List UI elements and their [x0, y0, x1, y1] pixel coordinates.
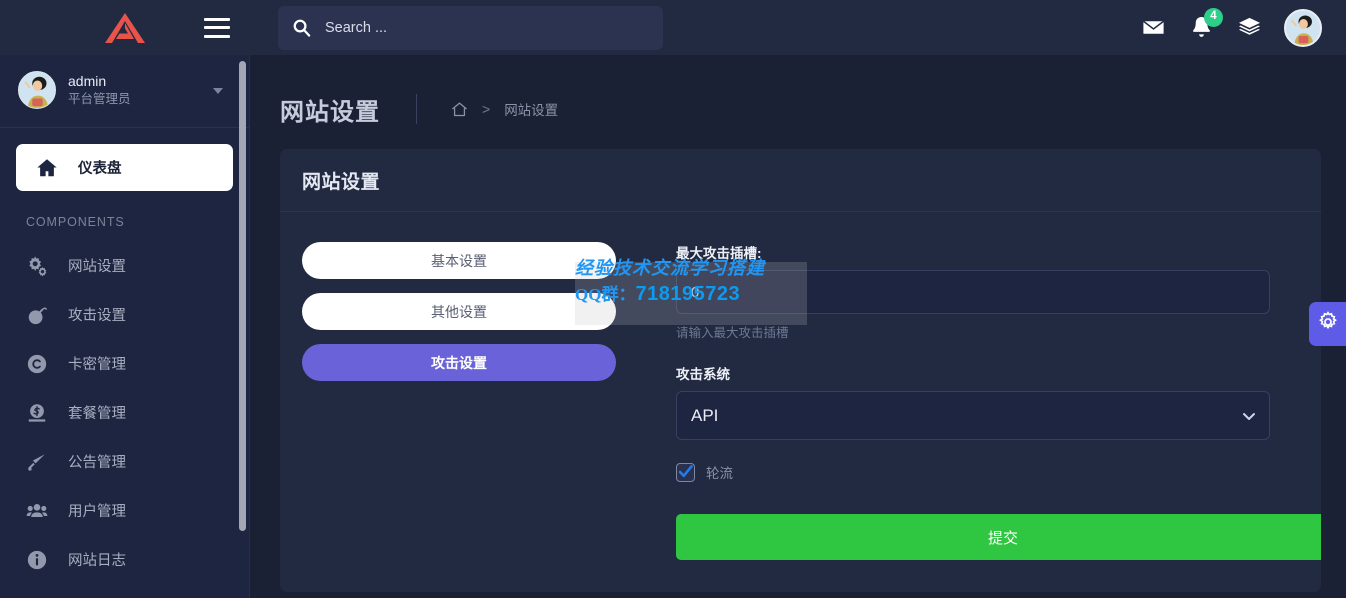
topbar-actions: 4	[1140, 9, 1346, 47]
notification-badge: 4	[1204, 8, 1223, 27]
tab-other-settings[interactable]: 其他设置	[302, 293, 616, 330]
logo-zone	[0, 0, 250, 55]
field-attack-system: 攻击系统 API	[676, 363, 1321, 440]
attack-system-select[interactable]: API	[676, 391, 1270, 440]
sidebar-item-label: 仪表盘	[78, 157, 122, 178]
sidebar-item-label: 攻击设置	[68, 304, 126, 325]
home-outline-icon[interactable]	[451, 101, 468, 118]
users-icon	[26, 500, 48, 522]
card-header: 网站设置	[280, 149, 1321, 212]
attack-system-label: 攻击系统	[676, 363, 1321, 383]
menu-line	[204, 18, 230, 21]
divider	[416, 94, 417, 124]
sidebar: admin 平台管理员 仪表盘 COMPONENTS	[0, 55, 250, 598]
max-slot-label: 最大攻击插槽:	[676, 242, 1321, 262]
sidebar-section-title: COMPONENTS	[0, 197, 249, 241]
rotation-checkbox[interactable]	[676, 463, 695, 482]
field-rotation: 轮流	[676, 462, 1321, 482]
menu-line	[204, 26, 230, 29]
chevron-down-icon[interactable]	[213, 88, 223, 94]
sidebar-scroll-area: admin 平台管理员 仪表盘 COMPONENTS	[0, 55, 249, 598]
avatar[interactable]	[1284, 9, 1322, 47]
bomb-icon	[26, 304, 48, 326]
page-header: 网站设置 > 网站设置	[250, 55, 1346, 133]
sidebar-item-site-settings[interactable]: 网站设置	[0, 241, 249, 290]
gear-icon	[1317, 311, 1339, 338]
rotation-label: 轮流	[706, 462, 733, 482]
bell-icon[interactable]: 4	[1188, 15, 1214, 41]
money-icon	[26, 402, 48, 424]
card-body: 基本设置 其他设置 攻击设置 最大攻击插槽: 请输入最大攻击插槽 攻击系统 AP…	[280, 212, 1321, 560]
sidebar-item-package-management[interactable]: 套餐管理	[0, 388, 249, 437]
sidebar-item-label: 卡密管理	[68, 353, 126, 374]
top-bar: 4	[0, 0, 1346, 55]
megaphone-icon	[26, 451, 48, 473]
gears-icon	[26, 255, 48, 277]
profile-text: admin 平台管理员	[68, 72, 131, 108]
avatar	[18, 71, 56, 109]
submit-button[interactable]: 提交	[676, 514, 1321, 560]
menu-line	[204, 35, 230, 38]
page-title: 网站设置	[280, 92, 380, 127]
check-icon	[677, 463, 694, 481]
sidebar-item-announcement-management[interactable]: 公告管理	[0, 437, 249, 486]
sidebar-item-label: 网站日志	[68, 549, 126, 570]
tab-column: 基本设置 其他设置 攻击设置	[302, 242, 616, 560]
profile-role: 平台管理员	[68, 91, 131, 108]
card-title: 网站设置	[302, 167, 380, 194]
attack-system-select-wrap: API	[676, 391, 1270, 440]
profile-name: admin	[68, 72, 131, 91]
settings-card: 网站设置 基本设置 其他设置 攻击设置 最大攻击插槽: 请输入最大攻击插槽 攻击…	[280, 149, 1321, 592]
sidebar-item-card-management[interactable]: 卡密管理	[0, 339, 249, 388]
menu-toggle[interactable]	[204, 18, 230, 38]
sidebar-item-label: 套餐管理	[68, 402, 126, 423]
main-content: 网站设置 > 网站设置 网站设置 基本设置 其他设置 攻击设置	[250, 55, 1346, 598]
breadcrumb: > 网站设置	[451, 99, 558, 119]
max-slot-help: 请输入最大攻击插槽	[676, 322, 1321, 341]
sidebar-item-attack-settings[interactable]: 攻击设置	[0, 290, 249, 339]
field-max-attack-slot: 最大攻击插槽: 请输入最大攻击插槽	[676, 242, 1321, 341]
tab-basic-settings[interactable]: 基本设置	[302, 242, 616, 279]
sidebar-item-user-management[interactable]: 用户管理	[0, 486, 249, 535]
form-column: 最大攻击插槽: 请输入最大攻击插槽 攻击系统 API	[616, 242, 1321, 560]
search-icon	[292, 18, 311, 37]
search-box[interactable]	[278, 6, 663, 50]
sidebar-item-label: 用户管理	[68, 500, 126, 521]
sidebar-item-dashboard[interactable]: 仪表盘	[16, 144, 233, 191]
layers-icon[interactable]	[1236, 15, 1262, 41]
max-slot-input[interactable]	[676, 270, 1270, 314]
mail-icon[interactable]	[1140, 15, 1166, 41]
sidebar-item-site-log[interactable]: 网站日志	[0, 535, 249, 584]
sidebar-item-label: 公告管理	[68, 451, 126, 472]
copyright-icon	[26, 353, 48, 375]
sidebar-item-label: 网站设置	[68, 255, 126, 276]
breadcrumb-current[interactable]: 网站设置	[504, 99, 558, 119]
search-input[interactable]	[325, 20, 649, 36]
sidebar-profile[interactable]: admin 平台管理员	[0, 55, 249, 128]
breadcrumb-separator: >	[482, 101, 490, 117]
info-icon	[26, 549, 48, 571]
tab-attack-settings[interactable]: 攻击设置	[302, 344, 616, 381]
home-icon	[36, 157, 58, 179]
sidebar-scrollbar[interactable]	[239, 61, 246, 531]
theme-settings-button[interactable]	[1309, 302, 1346, 346]
triangle-a-logo[interactable]	[100, 10, 150, 46]
